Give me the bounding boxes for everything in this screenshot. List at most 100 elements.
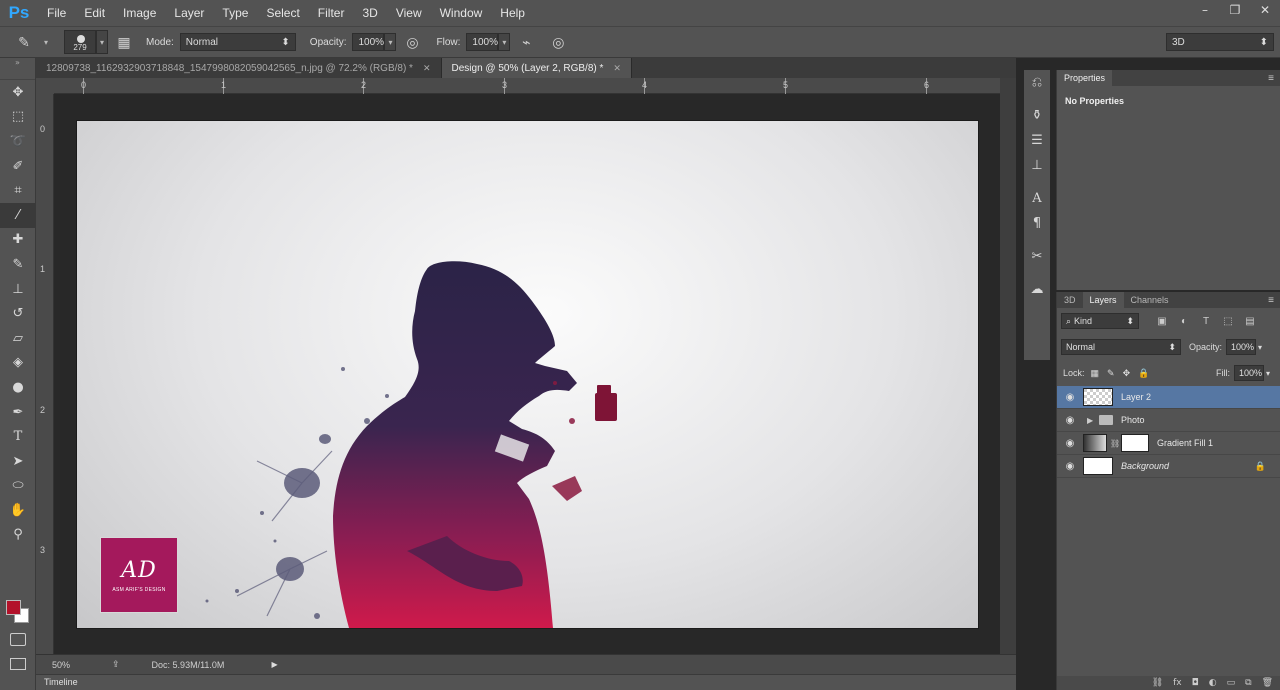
pressure-size-icon[interactable]: ◎ xyxy=(548,32,568,52)
fill-input[interactable]: 100% xyxy=(1233,365,1264,381)
chevron-down-icon[interactable]: ▾ xyxy=(1266,369,1270,378)
history-icon[interactable]: ⎌ xyxy=(1024,70,1050,95)
brush-size-picker[interactable]: 279 xyxy=(64,30,96,54)
minimize-button[interactable]: – xyxy=(1190,0,1220,22)
filter-adjustment-icon[interactable]: ◐ xyxy=(1177,314,1191,328)
document-canvas[interactable]: AD ASM ARIF'S DESIGN xyxy=(77,121,978,628)
filter-shape-icon[interactable]: ⬚ xyxy=(1221,314,1235,328)
menu-3d[interactable]: 3D xyxy=(353,0,386,26)
lock-pixels-icon[interactable]: ▦ xyxy=(1091,368,1100,379)
eraser-icon[interactable]: ▱ xyxy=(0,326,36,351)
healing-brush-icon[interactable]: ✚ xyxy=(0,228,36,253)
layer-row-photo[interactable]: ◉ ▶ Photo xyxy=(1057,409,1280,432)
flow-arrow[interactable]: ▾ xyxy=(498,33,511,51)
horizontal-ruler[interactable]: 0 1 2 3 4 5 6 xyxy=(54,78,1000,94)
menu-type[interactable]: Type xyxy=(213,0,257,26)
opacity-input[interactable]: 100% xyxy=(352,33,385,51)
add-mask-icon[interactable]: ◘ xyxy=(1192,678,1199,688)
close-icon[interactable]: ✕ xyxy=(423,63,431,74)
close-button[interactable]: ✕ xyxy=(1250,0,1280,22)
tool-presets-icon[interactable]: ✂ xyxy=(1024,244,1050,269)
link-layers-icon[interactable]: ⛓ xyxy=(1152,678,1163,688)
clone-source-icon[interactable]: ⊥ xyxy=(1024,153,1050,178)
paint-bucket-icon[interactable]: ◈ xyxy=(0,351,36,376)
menu-image[interactable]: Image xyxy=(114,0,165,26)
flow-input[interactable]: 100% xyxy=(466,33,499,51)
clone-stamp-icon[interactable]: ⊥ xyxy=(0,277,36,302)
menu-layer[interactable]: Layer xyxy=(165,0,213,26)
zoom-level[interactable]: 50% xyxy=(52,660,112,670)
visibility-eye-icon[interactable]: ◉ xyxy=(1057,415,1083,426)
filter-type-icon[interactable]: T xyxy=(1199,314,1213,328)
ruler-origin[interactable] xyxy=(36,78,54,94)
brush-tool-preset-icon[interactable]: ✎ xyxy=(14,32,34,52)
visibility-eye-icon[interactable]: ◉ xyxy=(1057,461,1083,472)
filter-kind-select[interactable]: ⌕ Kind ⬍ xyxy=(1061,313,1139,329)
menu-file[interactable]: File xyxy=(38,0,75,26)
paragraph-icon[interactable]: ¶ xyxy=(1024,211,1050,236)
status-menu-arrow[interactable]: ▶ xyxy=(272,660,278,669)
libraries-icon[interactable]: ☁ xyxy=(1024,277,1050,302)
mode-select[interactable]: Normal ⬍ xyxy=(179,33,296,51)
restore-button[interactable]: ❐ xyxy=(1220,0,1250,22)
workspace-select[interactable]: 3D ⬍ xyxy=(1166,33,1274,51)
export-icon[interactable]: ⇪ xyxy=(112,659,120,670)
new-adjustment-icon[interactable]: ◐ xyxy=(1209,678,1217,688)
layer-row-layer-2[interactable]: ◉ Layer 2 xyxy=(1057,386,1280,409)
tool-preset-arrow[interactable]: ▾ xyxy=(40,33,52,51)
visibility-eye-icon[interactable]: ◉ xyxy=(1057,392,1083,403)
vertical-scrollbar[interactable] xyxy=(1000,78,1016,654)
timeline-panel-tab[interactable]: Timeline xyxy=(36,674,1016,690)
tab-3d[interactable]: 3D xyxy=(1057,292,1083,308)
quick-select-icon[interactable]: ✐ xyxy=(0,154,36,179)
menu-edit[interactable]: Edit xyxy=(75,0,114,26)
layer-row-gradient-fill[interactable]: ◉ ⛓ Gradient Fill 1 xyxy=(1057,432,1280,455)
lock-paint-icon[interactable]: ✎ xyxy=(1107,368,1115,379)
doc-tab-design[interactable]: Design @ 50% (Layer 2, RGB/8) * ✕ xyxy=(441,58,632,78)
menu-window[interactable]: Window xyxy=(431,0,492,26)
lock-position-icon[interactable]: ✥ xyxy=(1123,368,1131,379)
tab-channels[interactable]: Channels xyxy=(1124,292,1176,308)
zoom-icon[interactable]: ⚲ xyxy=(0,523,36,548)
tools-panel-grip[interactable]: » xyxy=(0,58,35,80)
quick-mask-icon[interactable] xyxy=(10,633,26,646)
lasso-icon[interactable]: ➰ xyxy=(0,129,36,154)
canvas-area[interactable]: AD ASM ARIF'S DESIGN xyxy=(54,94,1000,654)
path-select-icon[interactable]: ➤ xyxy=(0,449,36,474)
vertical-ruler[interactable]: 0 1 2 3 xyxy=(36,94,54,654)
move-icon[interactable]: ✥ xyxy=(0,80,36,105)
doc-tab-photo[interactable]: 12809738_1162932903718848_15479980820590… xyxy=(36,58,442,78)
ellipse-icon[interactable]: ⬭ xyxy=(0,474,36,499)
layer-style-icon[interactable]: fx xyxy=(1173,678,1182,688)
new-group-icon[interactable]: ▭ xyxy=(1227,678,1236,688)
pen-icon[interactable]: ✒ xyxy=(0,400,36,425)
brush-presets-icon[interactable]: ⚱ xyxy=(1024,103,1050,128)
opacity-arrow[interactable]: ▾ xyxy=(384,33,397,51)
screen-mode-icon[interactable] xyxy=(10,658,26,670)
airbrush-icon[interactable]: ⌁ xyxy=(516,32,536,52)
panel-menu-icon[interactable]: ≡ xyxy=(1268,73,1274,84)
tab-layers[interactable]: Layers xyxy=(1082,292,1124,308)
adjustments-icon[interactable]: ☰ xyxy=(1024,128,1050,153)
chevron-down-icon[interactable]: ▾ xyxy=(1258,343,1262,352)
filter-pixel-icon[interactable]: ▣ xyxy=(1155,314,1169,328)
hand-icon[interactable]: ✋ xyxy=(0,498,36,523)
menu-select[interactable]: Select xyxy=(257,0,308,26)
brush-panel-icon[interactable]: ▦ xyxy=(114,32,134,52)
tab-properties[interactable]: Properties xyxy=(1057,70,1113,86)
color-swatches[interactable] xyxy=(4,596,32,624)
history-brush-icon[interactable]: ↺ xyxy=(0,301,36,326)
blend-mode-select[interactable]: Normal ⬍ xyxy=(1061,339,1181,355)
dodge-icon[interactable]: ● xyxy=(0,375,36,400)
layer-opacity-input[interactable]: 100% xyxy=(1226,339,1257,355)
lock-all-icon[interactable]: 🔒 xyxy=(1138,368,1149,379)
foreground-color-swatch[interactable] xyxy=(6,600,21,615)
panel-menu-icon[interactable]: ≡ xyxy=(1268,295,1274,306)
chevron-right-icon[interactable]: ▶ xyxy=(1087,416,1099,425)
eyedropper-icon[interactable]: ⁄ xyxy=(0,202,36,228)
menu-filter[interactable]: Filter xyxy=(309,0,354,26)
close-icon[interactable]: ✕ xyxy=(613,63,621,74)
marquee-icon[interactable]: ⬚ xyxy=(0,105,36,130)
layer-row-background[interactable]: ◉ Background 🔒 xyxy=(1057,455,1280,478)
menu-help[interactable]: Help xyxy=(491,0,534,26)
